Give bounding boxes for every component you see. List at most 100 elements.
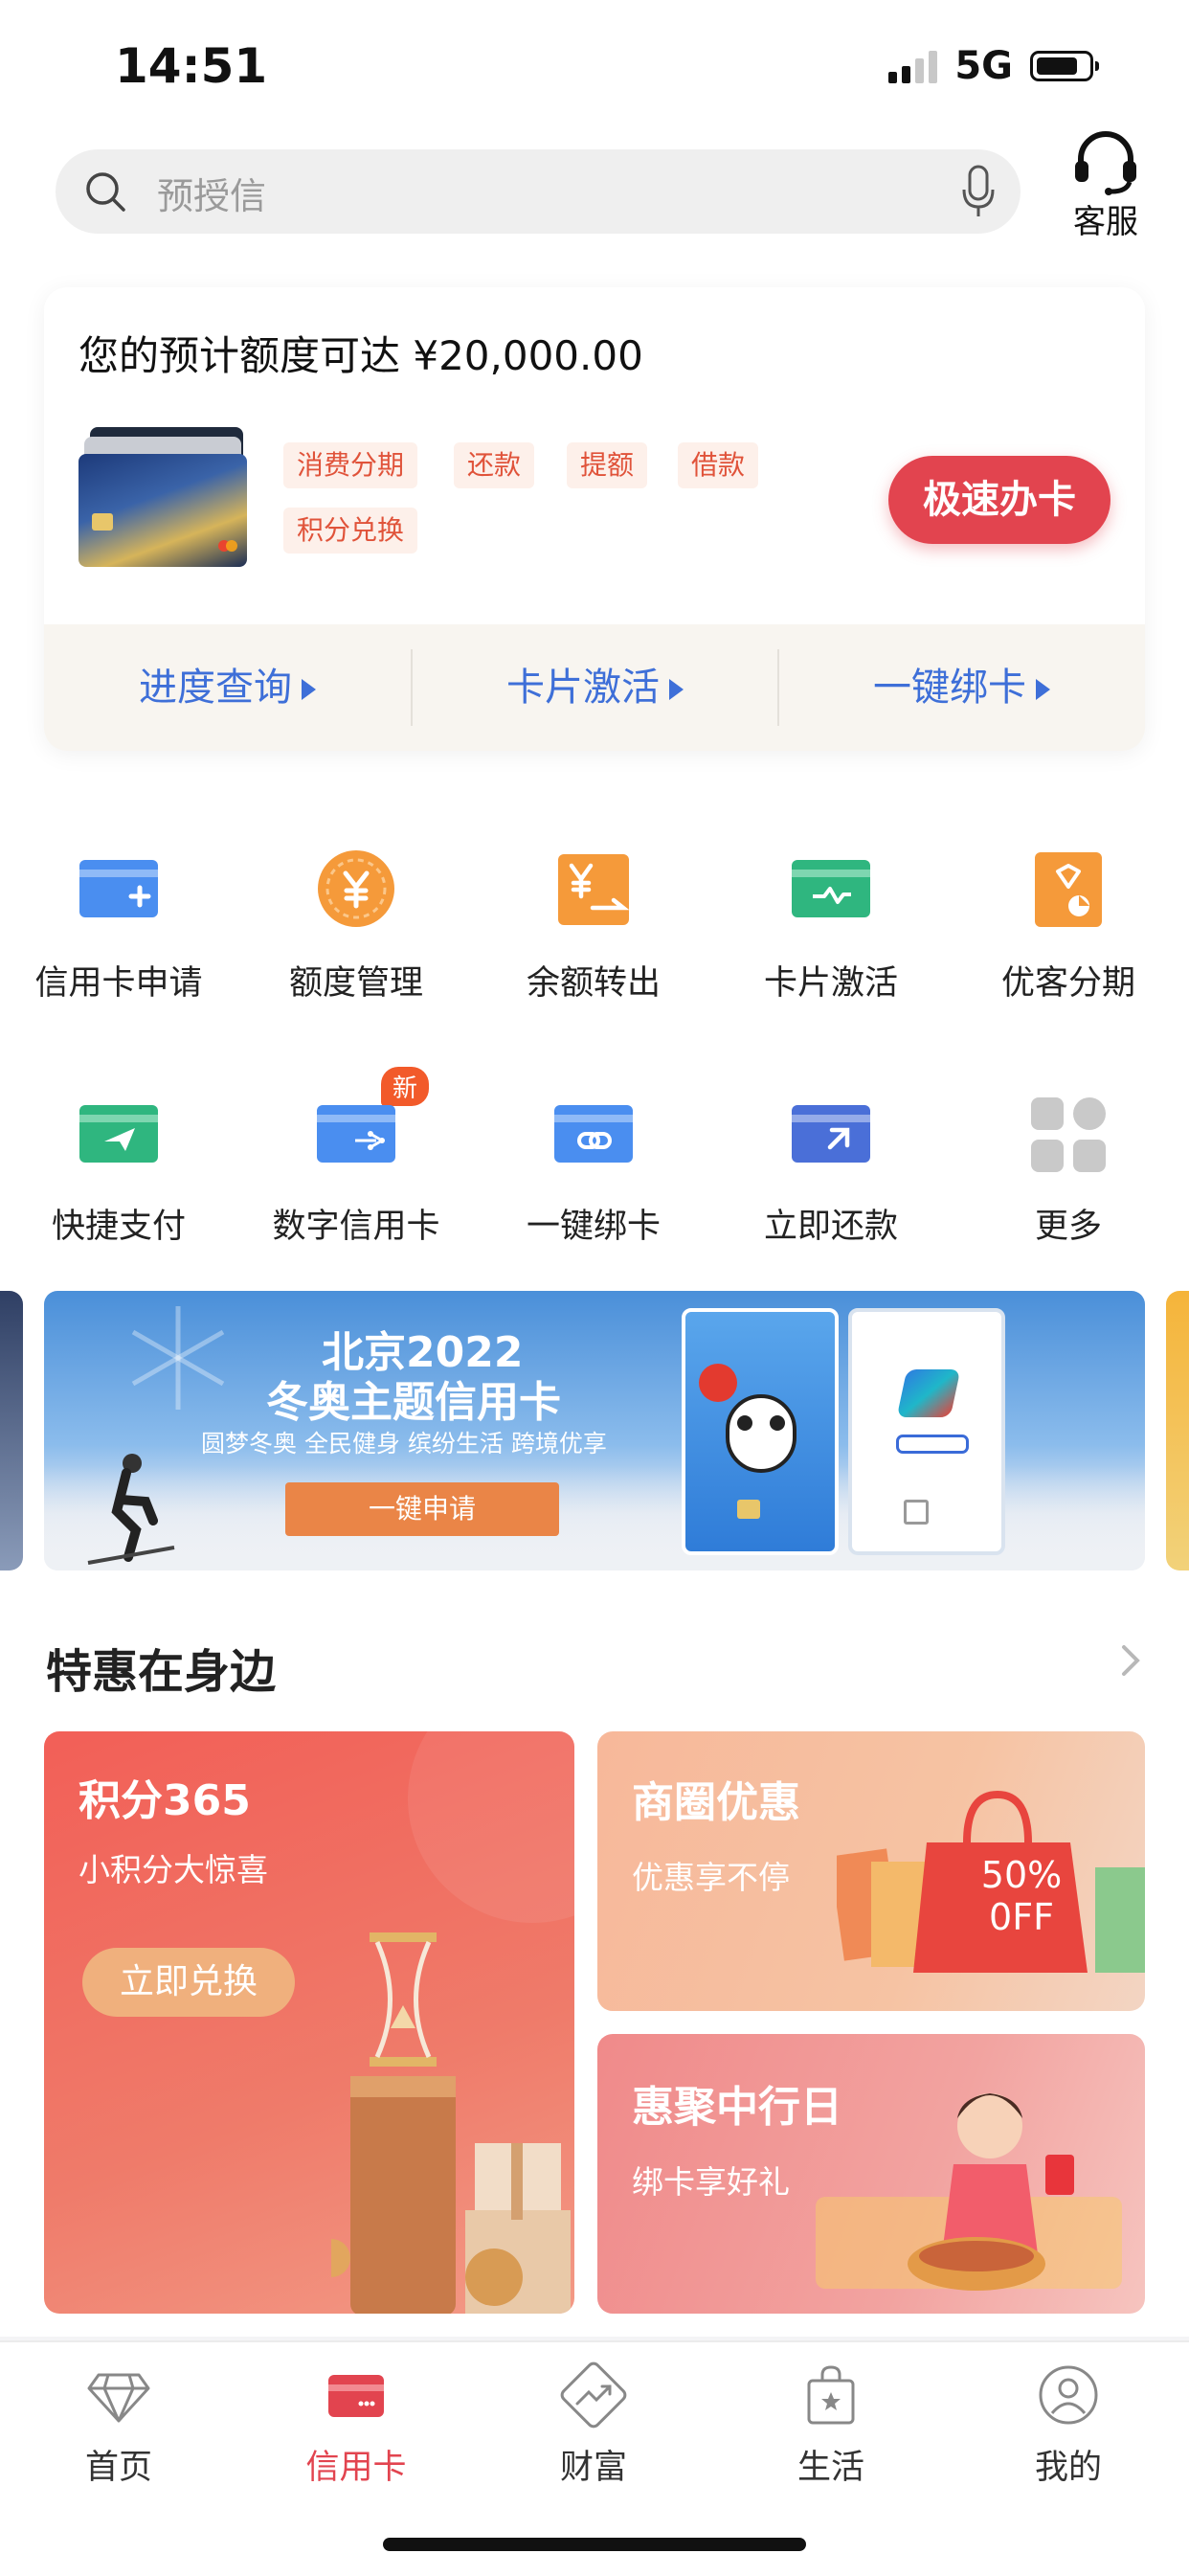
tag-installment[interactable]: 消费分期 [283, 442, 418, 488]
link-label: 进度查询 [139, 666, 292, 710]
tile-mall-discount[interactable]: 商圈优惠 优惠享不停 50% 0FF [597, 1731, 1145, 2011]
customer-service-button[interactable]: 客服 [1063, 130, 1149, 242]
grid-item-repay[interactable]: 立即还款 [712, 1092, 950, 1248]
olympic-card-gold-image [682, 1308, 839, 1555]
grid-item-label: 更多 [1034, 1208, 1102, 1246]
tab-life[interactable]: 生活 [712, 2361, 950, 2489]
tile-subtitle: 优惠享不停 [632, 1859, 790, 1896]
tab-mine[interactable]: 我的 [950, 2361, 1187, 2489]
user-profile-icon [1039, 2365, 1098, 2425]
tag-loan[interactable]: 借款 [678, 442, 759, 488]
link-progress-query[interactable]: 进度查询 [44, 624, 411, 751]
link-label: 卡片激活 [506, 666, 660, 710]
status-indicators: 5G [888, 44, 1099, 88]
digital-card-icon [317, 1105, 395, 1163]
network-type: 5G [954, 44, 1013, 88]
snowflake-icon [131, 1306, 225, 1410]
grid-item-label: 额度管理 [288, 964, 423, 1003]
repay-icon [792, 1105, 870, 1163]
tab-label: 我的 [1034, 2449, 1102, 2487]
quick-pay-icon [79, 1105, 158, 1163]
tab-label: 首页 [84, 2449, 152, 2487]
olympic-card-platinum-image [848, 1308, 1005, 1555]
grid-item-label: 余额转出 [526, 964, 661, 1003]
shopping-bag-icon [807, 2365, 855, 2425]
grid-item-card-apply[interactable]: 信用卡申请 [0, 848, 237, 1005]
search-bar[interactable]: 预授信 [56, 149, 1021, 234]
link-label: 一键绑卡 [873, 666, 1026, 710]
triangle-right-icon [1036, 679, 1050, 700]
tab-credit-card[interactable]: 信用卡 [237, 2361, 475, 2489]
grid-item-limit-management[interactable]: 额度管理 [237, 848, 475, 1005]
tag-repayment[interactable]: 还款 [454, 442, 535, 488]
discount-art-text: 50% 0FF [980, 1854, 1063, 1938]
tab-label: 财富 [559, 2449, 627, 2487]
card-quick-links: 进度查询 卡片激活 一键绑卡 [44, 624, 1145, 751]
triangle-right-icon [669, 679, 684, 700]
redeem-button[interactable]: 立即兑换 [82, 1948, 295, 2017]
tile-title: 惠聚中行日 [632, 2083, 842, 2132]
credit-limit-title: 您的预计额度可达 ¥20,000.00 [79, 332, 643, 379]
grid-item-label: 信用卡申请 [34, 964, 203, 1003]
credit-limit-card: 您的预计额度可达 ¥20,000.00 消费分期 还款 提额 借款 积分兑换 极… [44, 287, 1145, 751]
grid-item-card-activate[interactable]: 卡片激活 [712, 848, 950, 1005]
grid-item-installment[interactable]: 优客分期 [950, 848, 1187, 1005]
tab-label: 生活 [796, 2449, 864, 2487]
credit-card-stack-image [79, 427, 247, 567]
banner-title-line2: 冬奥主题信用卡 [266, 1378, 561, 1427]
grid-item-label: 卡片激活 [763, 964, 898, 1003]
grid-item-quick-pay[interactable]: 快捷支付 [0, 1092, 237, 1248]
wealth-chart-icon [560, 2361, 627, 2429]
tab-home[interactable]: 首页 [0, 2361, 237, 2489]
tag-raise-limit[interactable]: 提额 [567, 442, 648, 488]
battery-icon [1030, 51, 1099, 81]
hourglass-gift-illustration [331, 1932, 571, 2314]
diamond-icon [87, 2373, 150, 2423]
grid-item-label: 数字信用卡 [272, 1208, 440, 1246]
banner-apply-button[interactable]: 一键申请 [285, 1482, 559, 1536]
card-bind-icon [554, 1105, 633, 1163]
banner-subtitle: 圆梦冬奥 全民健身 缤纷生活 跨境优享 [201, 1430, 607, 1457]
signal-icon [888, 49, 938, 83]
tile-title: 商圈优惠 [632, 1778, 800, 1827]
grid-item-bind-card[interactable]: 一键绑卡 [475, 1092, 712, 1248]
headset-icon [1075, 131, 1136, 195]
skier-illustration [87, 1454, 175, 1565]
link-card-activation[interactable]: 卡片激活 [412, 624, 778, 751]
search-placeholder: 预授信 [157, 175, 267, 217]
grid-item-digital-card[interactable]: 新 数字信用卡 [237, 1067, 475, 1248]
customer-service-label: 客服 [1073, 203, 1138, 241]
banner-prev-peek[interactable] [0, 1291, 23, 1570]
grid-item-label: 一键绑卡 [526, 1208, 661, 1246]
olympic-card-banner[interactable]: 北京2022 冬奥主题信用卡 圆梦冬奥 全民健身 缤纷生活 跨境优享 一键申请 [44, 1291, 1145, 1570]
grid-item-label: 立即还款 [763, 1208, 898, 1246]
girl-hotpot-illustration [908, 2093, 1074, 2291]
grid-item-balance-transfer[interactable]: 余额转出 [475, 848, 712, 1005]
more-grid-icon [1031, 1097, 1106, 1172]
installment-icon [1035, 852, 1102, 927]
card-add-icon [79, 860, 158, 917]
microphone-icon[interactable] [961, 165, 996, 218]
grid-item-label: 快捷支付 [51, 1208, 186, 1246]
tab-wealth[interactable]: 财富 [475, 2361, 712, 2489]
search-icon [86, 172, 125, 212]
triangle-right-icon [302, 679, 316, 700]
tile-subtitle: 小积分大惊喜 [79, 1851, 268, 1888]
grid-item-label: 优客分期 [1000, 964, 1135, 1003]
quick-apply-button[interactable]: 极速办卡 [888, 456, 1110, 544]
section-title: 特惠在身边 [46, 1645, 277, 1699]
home-indicator [383, 2538, 806, 2551]
card-activate-icon [792, 860, 870, 917]
chevron-right-icon[interactable] [1118, 1641, 1143, 1680]
tile-points-365[interactable]: 积分365 小积分大惊喜 立即兑换 [44, 1731, 574, 2314]
link-bind-card[interactable]: 一键绑卡 [778, 624, 1145, 751]
credit-card-icon [328, 2375, 384, 2417]
banner-next-peek[interactable] [1166, 1291, 1189, 1570]
grid-item-more[interactable]: 更多 [950, 1092, 1187, 1248]
yuan-coin-icon [318, 850, 394, 927]
balance-transfer-icon [558, 854, 630, 925]
tile-subtitle: 绑卡享好礼 [632, 2163, 790, 2201]
tag-points-exchange[interactable]: 积分兑换 [283, 508, 418, 554]
tile-boc-day[interactable]: 惠聚中行日 绑卡享好礼 [597, 2034, 1145, 2314]
status-time: 14:51 [115, 38, 268, 94]
